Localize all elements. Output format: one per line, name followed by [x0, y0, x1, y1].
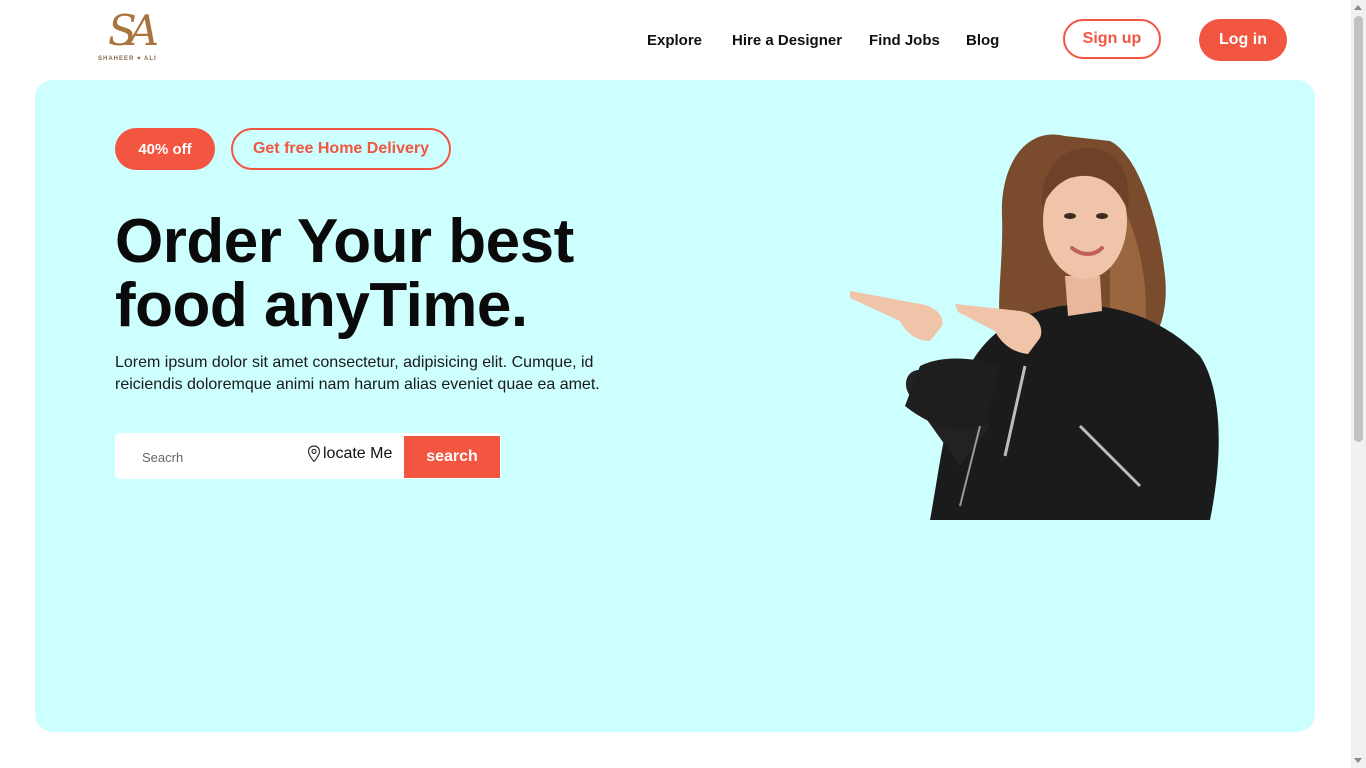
- free-delivery-badge[interactable]: Get free Home Delivery: [231, 128, 451, 170]
- nav-find-jobs[interactable]: Find Jobs: [869, 32, 940, 49]
- search-button[interactable]: search: [404, 436, 500, 478]
- page-scrollbar[interactable]: [1351, 0, 1366, 768]
- brand-subtitle: SHAHEER ♥ ALI: [98, 56, 157, 62]
- locate-me-button[interactable]: locate Me: [307, 445, 392, 463]
- scroll-up-arrow-icon[interactable]: [1354, 5, 1362, 10]
- login-button[interactable]: Log in: [1199, 19, 1287, 61]
- search-bar: locate Me search: [115, 433, 501, 479]
- nav-blog[interactable]: Blog: [966, 32, 999, 49]
- discount-badge[interactable]: 40% off: [115, 128, 215, 170]
- hero-description: Lorem ipsum dolor sit amet consectetur, …: [115, 354, 600, 393]
- hero-section: 40% off Get free Home Delivery Order You…: [35, 80, 1315, 732]
- hero-person-image: [850, 134, 1219, 520]
- scrollbar-thumb[interactable]: [1354, 16, 1363, 442]
- nav-hire-designer[interactable]: Hire a Designer: [732, 32, 842, 49]
- signup-button[interactable]: Sign up: [1063, 19, 1161, 59]
- map-pin-icon: [307, 445, 321, 463]
- scroll-down-arrow-icon[interactable]: [1354, 758, 1362, 763]
- hero-headline: Order Your best food anyTime.: [115, 207, 574, 340]
- locate-me-label: locate Me: [323, 445, 393, 462]
- nav-explore[interactable]: Explore: [647, 32, 702, 49]
- search-input[interactable]: [123, 441, 314, 473]
- brand-monogram: SA: [108, 6, 159, 55]
- brand-logo[interactable]: SA SHAHEER ♥ ALI: [98, 6, 170, 66]
